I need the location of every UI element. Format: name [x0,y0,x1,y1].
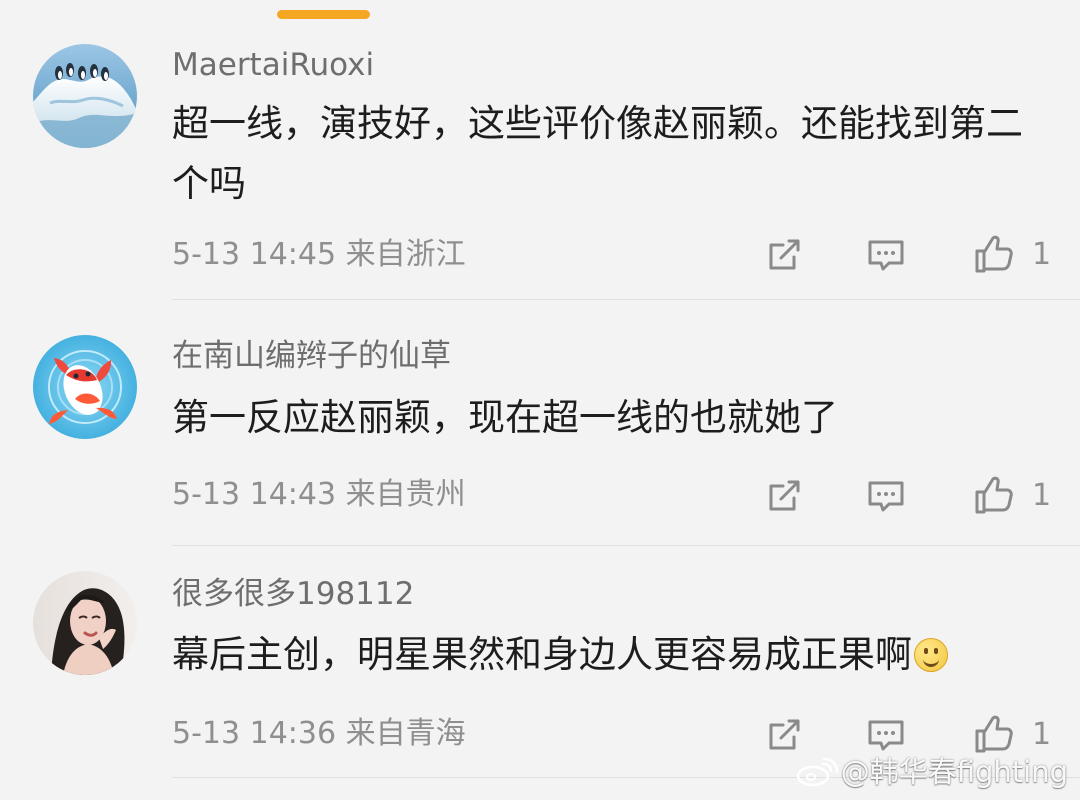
like-button[interactable]: 1 [972,713,1064,757]
comment-actions: 1 [764,713,1064,757]
share-button[interactable] [764,713,808,757]
reply-button[interactable] [865,474,913,518]
comment-text: 幕后主创，明星果然和身边人更容易成正果啊 [172,625,1052,685]
comment-item: MaertaiRuoxi 超一线，演技好，这些评价像赵丽颖。还能找到第二个吗 5… [0,0,1080,300]
comment-text: 超一线，演技好，这些评价像赵丽颖。还能找到第二个吗 [172,102,1023,205]
thumbs-up-icon [975,235,1013,273]
comment-location: 来自青海 [345,716,466,751]
avatar[interactable] [33,335,137,439]
share-button[interactable] [764,474,808,518]
comment-meta: 5-13 14:43 来自贵州 [172,476,466,514]
comment-icon [868,240,904,271]
avatar[interactable] [33,44,137,148]
thumbs-up-icon [975,476,1013,514]
share-icon [769,719,800,750]
comment-text-content: 幕后主创，明星果然和身边人更容易成正果啊 [172,633,912,676]
like-count: 1 [1032,237,1052,272]
username[interactable]: 很多很多198112 [172,576,414,612]
comment-time: 5-13 14:36 [172,716,337,751]
username[interactable]: MaertaiRuoxi [172,47,374,83]
like-button[interactable]: 1 [972,474,1064,518]
reply-button[interactable] [865,233,913,277]
smile-emoji-icon [914,638,948,672]
comment-icon [868,720,904,751]
like-count: 1 [1032,478,1052,513]
reply-button[interactable] [865,713,913,757]
koi-fish-avatar-icon [33,335,137,439]
watermark: @韩华春fighting [793,754,1068,790]
share-icon [769,239,800,270]
comment-thread-screen: MaertaiRuoxi 超一线，演技好，这些评价像赵丽颖。还能找到第二个吗 5… [0,0,1080,800]
username[interactable]: 在南山编辫子的仙草 [172,338,451,374]
avatar[interactable] [33,571,137,675]
comment-actions: 1 [764,474,1064,518]
share-icon [769,480,800,511]
comment-text: 第一反应赵丽颖，现在超一线的也就她了 [172,396,838,439]
woman-portrait-avatar-icon [33,571,137,675]
thumbs-up-icon [975,715,1013,753]
comment-location: 来自贵州 [345,477,466,512]
like-count: 1 [1032,717,1052,752]
weibo-logo-icon [796,757,838,787]
comment-meta: 5-13 14:45 来自浙江 [172,236,466,274]
comment-icon [868,481,904,512]
comment-time: 5-13 14:43 [172,477,337,512]
penguin-iceberg-avatar-icon [33,44,137,148]
like-button[interactable]: 1 [972,233,1064,277]
watermark-text: @韩华春fighting [840,755,1068,789]
smile-mouth [923,655,939,667]
comment-meta: 5-13 14:36 来自青海 [172,715,466,753]
share-button[interactable] [764,233,808,277]
comment-location: 来自浙江 [345,237,466,272]
comment-time: 5-13 14:45 [172,237,337,272]
comment-actions: 1 [764,233,1064,277]
comment-item: 在南山编辫子的仙草 第一反应赵丽颖，现在超一线的也就她了 5-13 14:43 … [0,300,1080,546]
